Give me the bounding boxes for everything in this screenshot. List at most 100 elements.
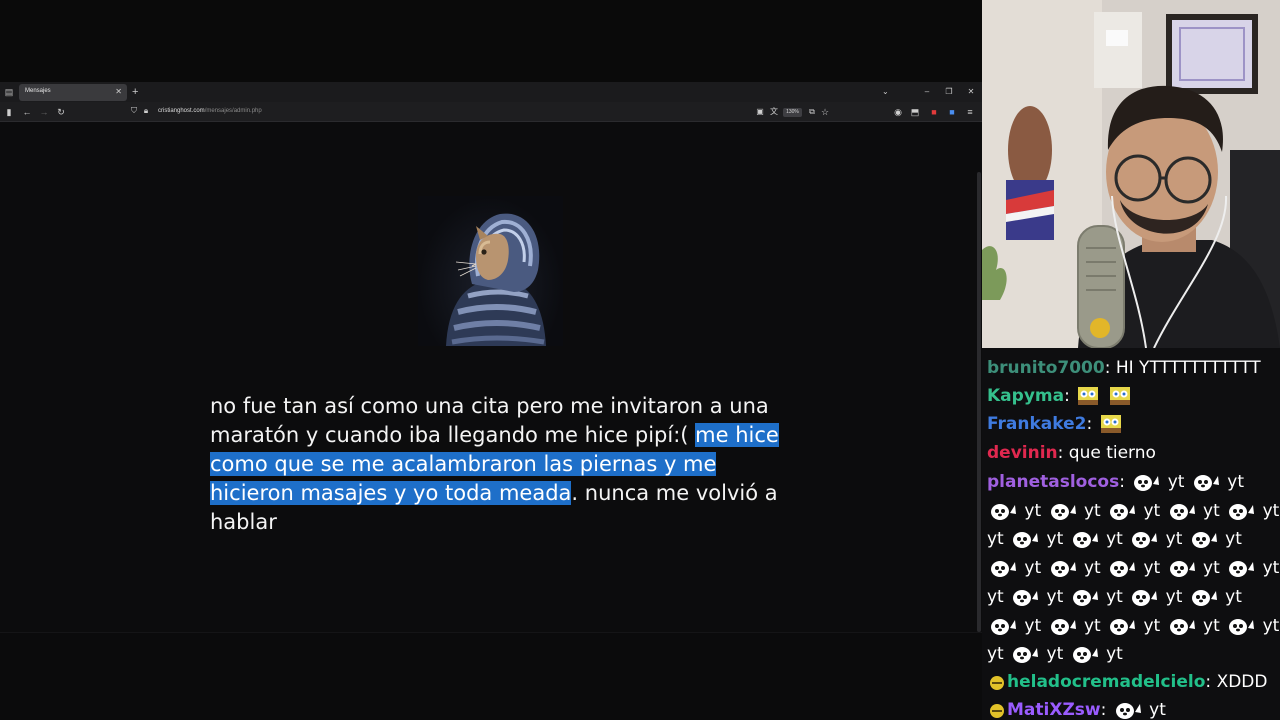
chevron-down-icon[interactable]: ⌄ xyxy=(882,85,889,99)
tab-close-icon[interactable]: ✕ xyxy=(115,87,122,97)
chat-message: Kapyma: xyxy=(987,382,1279,410)
chat-username[interactable]: MatiXZsw xyxy=(1007,700,1101,720)
page-content: no fue tan así como una cita pero me inv… xyxy=(0,122,982,632)
reader-view-icon[interactable]: ▣ xyxy=(754,106,766,118)
translate-icon[interactable]: 文 xyxy=(768,106,780,118)
restore-icon[interactable]: ❐ xyxy=(942,85,956,99)
forward-icon[interactable]: → xyxy=(38,106,50,118)
zoom-level-badge[interactable]: 130% xyxy=(783,108,802,117)
chat-username[interactable]: planetaslocos xyxy=(987,472,1119,492)
chat-username[interactable]: heladocremadelcielo xyxy=(1007,672,1205,692)
new-tab-icon[interactable]: + xyxy=(132,85,138,99)
chat-text: yt xyxy=(1262,558,1280,579)
shield-icon[interactable]: ⛉ xyxy=(128,105,140,117)
chat-username[interactable]: Frankake2 xyxy=(987,414,1086,434)
chat-text: yt xyxy=(1138,500,1166,521)
sidebar-icon[interactable]: ▮ xyxy=(3,106,15,118)
waving-dog-emote-icon xyxy=(1134,475,1160,491)
waving-dog-emote-icon xyxy=(1115,703,1141,719)
chat-message-line: yt yt yt yt yt xyxy=(987,583,1279,611)
chat-text: yt xyxy=(1221,472,1245,492)
chat-message: heladocremadelcielo: XDDD xyxy=(987,668,1279,696)
message-text: no fue tan así como una cita pero me inv… xyxy=(210,392,780,537)
chat-text: yt xyxy=(1219,586,1242,607)
extensions-icon[interactable]: ⬒ xyxy=(909,106,921,118)
waving-dog-emote-icon xyxy=(1169,503,1195,520)
back-icon[interactable]: ← xyxy=(21,106,33,118)
tab-list-icon[interactable]: ▤ xyxy=(3,86,15,98)
chat-text: yt xyxy=(1041,586,1069,607)
sub-badge-icon xyxy=(990,704,1004,718)
chat-message: MatiXZsw: yt xyxy=(987,696,1279,720)
minimize-icon[interactable]: – xyxy=(920,85,934,99)
bookmark-star-icon[interactable]: ☆ xyxy=(819,106,831,118)
waving-dog-emote-icon xyxy=(1191,589,1217,606)
screenshot-icon[interactable]: ⧉ xyxy=(806,106,818,118)
close-window-icon[interactable]: ✕ xyxy=(964,85,978,99)
waving-dog-emote-icon xyxy=(1013,647,1039,664)
menu-icon[interactable]: ≡ xyxy=(964,106,976,118)
chat-username[interactable]: brunito7000 xyxy=(987,358,1105,378)
waving-dog-emote-icon xyxy=(1072,532,1098,549)
chat-text: yt xyxy=(1138,615,1166,636)
chat-message-line: yt yt yt yt yt xyxy=(987,497,1279,525)
chat-text: yt xyxy=(1219,529,1242,550)
chat-text: yt xyxy=(1100,586,1129,607)
waving-dog-emote-icon xyxy=(1050,503,1076,520)
chat-text: yt xyxy=(1019,558,1047,579)
chat-text: yt xyxy=(1078,500,1107,521)
chat-text: yt xyxy=(1138,558,1166,579)
chat-text: yt xyxy=(987,529,1010,550)
waving-dog-emote-icon xyxy=(1110,618,1136,635)
chat-text: yt xyxy=(1100,644,1123,665)
extension-blue-icon[interactable]: ■ xyxy=(946,106,958,118)
waving-dog-emote-icon xyxy=(1193,475,1219,491)
page-scrollbar[interactable] xyxy=(977,172,981,632)
waving-dog-emote-icon xyxy=(1169,618,1195,635)
chat-text: yt xyxy=(1197,615,1226,636)
waving-dog-emote-icon xyxy=(1229,503,1255,520)
chat-text: yt xyxy=(1160,529,1188,550)
lock-icon[interactable]: 🔒︎ xyxy=(140,105,152,117)
chat-message: brunito7000: HI YTTTTTTTTTTT xyxy=(987,358,1261,378)
chat-message: devinin: que tierno xyxy=(987,443,1156,463)
chat-text: yt xyxy=(1262,615,1280,636)
chat-text: yt xyxy=(1041,529,1069,550)
spongebob-emote-icon xyxy=(1100,415,1121,433)
waving-dog-emote-icon xyxy=(1229,618,1255,635)
chat-text: XDDD xyxy=(1216,672,1268,692)
chat-text: yt xyxy=(1262,500,1280,521)
waving-dog-emote-icon xyxy=(1050,618,1076,635)
chat-text: HI YTTTTTTTTTTT xyxy=(1115,358,1261,378)
url-bar[interactable]: ⛉ 🔒︎ cristianghost.com/mensajes/admin.ph… xyxy=(128,105,750,119)
chat-message-line: yt yt yt yt yt xyxy=(987,525,1279,553)
message-text-part: no fue tan así como una cita pero me inv… xyxy=(210,394,769,447)
waving-dog-emote-icon xyxy=(1229,561,1255,578)
chat-message-line: yt yt yt yt yt xyxy=(987,612,1279,640)
chat-message-line: planetaslocos: yt yt xyxy=(987,472,1245,492)
chat-text: yt xyxy=(1019,615,1047,636)
reload-icon[interactable]: ↻ xyxy=(55,106,67,118)
spongebob-emote-icon xyxy=(1078,387,1099,405)
stream-chat: brunito7000: HI YTTTTTTTTTTT Kapyma: Fra… xyxy=(982,348,1280,720)
chat-text: yt xyxy=(1160,586,1188,607)
chat-text: yt xyxy=(1162,472,1190,492)
chat-username[interactable]: Kapyma xyxy=(987,386,1064,406)
chat-text: que tierno xyxy=(1068,443,1156,463)
url-text: cristianghost.com/mensajes/admin.php xyxy=(158,108,262,114)
waving-dog-emote-icon xyxy=(1132,589,1158,606)
cat-avatar-image xyxy=(418,196,563,346)
waving-dog-emote-icon xyxy=(1110,561,1136,578)
waving-dog-emote-icon xyxy=(991,503,1016,520)
tab-mensajes[interactable]: Mensajes ✕ xyxy=(19,84,127,101)
extension-red-icon[interactable]: ■ xyxy=(928,106,940,118)
waving-dog-emote-icon xyxy=(1110,503,1136,520)
waving-dog-emote-icon xyxy=(1050,561,1076,578)
browser-window: ▤ Mensajes ✕ + ⌄ – ❐ ✕ ▮ ← → ↻ ⛉ 🔒︎ cris… xyxy=(0,0,982,720)
waving-dog-emote-icon xyxy=(1169,561,1195,578)
chat-message-line: yt yt yt xyxy=(987,640,1279,668)
account-icon[interactable]: ◉ xyxy=(892,106,904,118)
tab-bar: ▤ Mensajes ✕ + ⌄ – ❐ ✕ xyxy=(0,82,982,102)
chat-username[interactable]: devinin xyxy=(987,443,1058,463)
chat-text: yt xyxy=(987,586,1010,607)
